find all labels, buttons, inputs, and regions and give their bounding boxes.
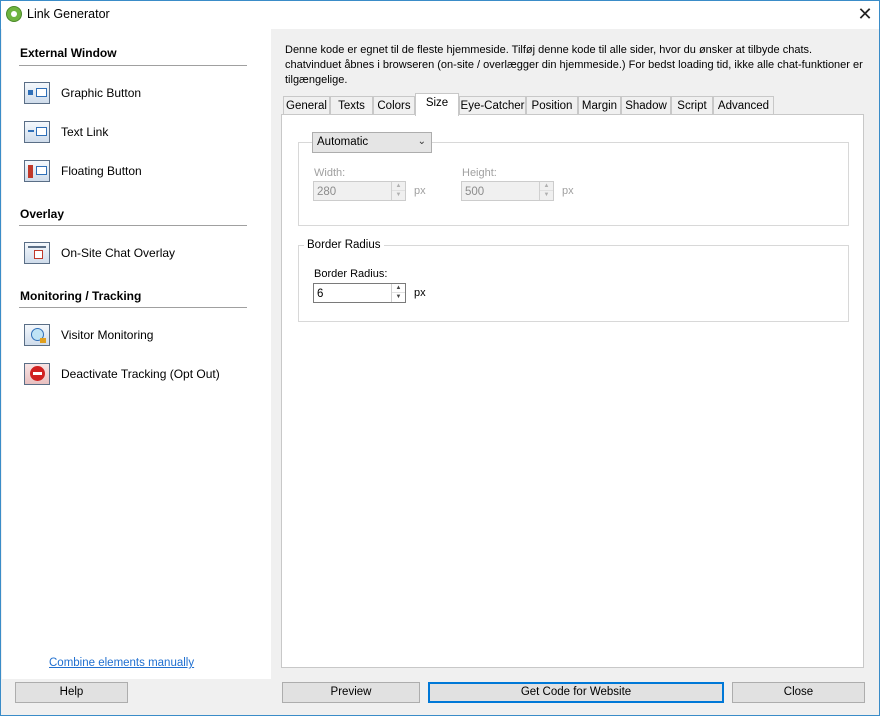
border-radius-stepper[interactable]: ▲ ▼ [313, 283, 406, 303]
width-label: Width: [314, 167, 346, 179]
width-stepper[interactable]: ▲ ▼ [313, 181, 406, 201]
width-stepper-buttons: ▲ ▼ [391, 182, 405, 200]
chevron-down-icon: ⌄ [417, 136, 426, 147]
tab-script[interactable]: Script [671, 96, 713, 115]
tab-colors[interactable]: Colors [373, 96, 415, 115]
sidebar-item-label: Graphic Button [61, 86, 142, 100]
tab-position[interactable]: Position [526, 96, 578, 115]
tab-general[interactable]: General [283, 96, 330, 115]
border-radius-input[interactable] [314, 284, 390, 302]
width-decrement-button[interactable]: ▼ [392, 191, 405, 200]
tab-size[interactable]: Size [415, 93, 459, 116]
border-radius-decrement-button[interactable]: ▼ [392, 293, 405, 302]
link-generator-window: Link Generator ✕ External Window Graphic… [0, 0, 880, 716]
height-stepper[interactable]: ▲ ▼ [461, 181, 554, 201]
sidebar-item-label: Floating Button [61, 164, 142, 178]
chat-overlay-icon [24, 242, 50, 264]
size-mode-select[interactable]: Automatic ⌄ [312, 132, 432, 153]
sidebar-item-label: Deactivate Tracking (Opt Out) [61, 367, 220, 381]
sidebar-item-floating-button[interactable]: Floating Button [24, 160, 254, 184]
border-radius-unit: px [414, 287, 426, 299]
sidebar-item-deactivate-tracking[interactable]: Deactivate Tracking (Opt Out) [24, 363, 254, 387]
sidebar-item-visitor-monitoring[interactable]: Visitor Monitoring [24, 324, 254, 348]
sidebar-item-label: Text Link [61, 125, 109, 139]
section-external-window: External Window [20, 46, 117, 60]
tab-texts[interactable]: Texts [330, 96, 373, 115]
sidebar-item-label: Visitor Monitoring [61, 328, 154, 342]
app-logo-icon [6, 6, 22, 22]
sidebar: External Window Graphic Button Text Link… [2, 29, 271, 679]
text-link-icon [24, 121, 50, 143]
sidebar-item-label: On-Site Chat Overlay [61, 246, 176, 260]
height-increment-button[interactable]: ▲ [540, 182, 553, 191]
width-unit: px [414, 185, 426, 197]
size-mode-value: Automatic [317, 136, 369, 148]
tab-margin[interactable]: Margin [578, 96, 621, 115]
tab-eye-catcher[interactable]: Eye-Catcher [459, 96, 526, 115]
section-divider [19, 225, 247, 226]
preview-button[interactable]: Preview [282, 682, 420, 703]
section-overlay: Overlay [20, 207, 65, 221]
sidebar-item-text-link[interactable]: Text Link [24, 121, 254, 145]
tab-shadow[interactable]: Shadow [621, 96, 671, 115]
width-input[interactable] [314, 182, 390, 200]
tab-advanced[interactable]: Advanced [713, 96, 774, 115]
deactivate-tracking-icon [24, 363, 50, 385]
window-close-icon[interactable]: ✕ [853, 3, 877, 25]
border-radius-label: Border Radius: [314, 268, 388, 280]
border-radius-increment-button[interactable]: ▲ [392, 284, 405, 293]
width-increment-button[interactable]: ▲ [392, 182, 405, 191]
height-unit: px [562, 185, 574, 197]
visitor-monitoring-icon [24, 324, 50, 346]
window-title: Link Generator [27, 7, 110, 21]
sidebar-item-graphic-button[interactable]: Graphic Button [24, 82, 254, 106]
title-bar: Link Generator ✕ [1, 1, 879, 29]
floating-button-icon [24, 160, 50, 182]
section-divider [19, 307, 247, 308]
help-button[interactable]: Help [15, 682, 128, 703]
close-button[interactable]: Close [732, 682, 865, 703]
height-label: Height: [462, 167, 497, 179]
height-decrement-button[interactable]: ▼ [540, 191, 553, 200]
sidebar-item-chat-overlay[interactable]: On-Site Chat Overlay [24, 242, 254, 266]
graphic-button-icon [24, 82, 50, 104]
combine-elements-link[interactable]: Combine elements manually [49, 657, 194, 669]
get-code-button[interactable]: Get Code for Website [428, 682, 724, 703]
height-stepper-buttons: ▲ ▼ [539, 182, 553, 200]
border-radius-stepper-buttons: ▲ ▼ [391, 284, 405, 302]
section-monitoring-tracking: Monitoring / Tracking [20, 289, 142, 303]
height-input[interactable] [462, 182, 538, 200]
description-text: Denne kode er egnet til de fleste hjemme… [285, 44, 863, 86]
border-radius-group-title: Border Radius [304, 239, 384, 251]
section-divider [19, 65, 247, 66]
